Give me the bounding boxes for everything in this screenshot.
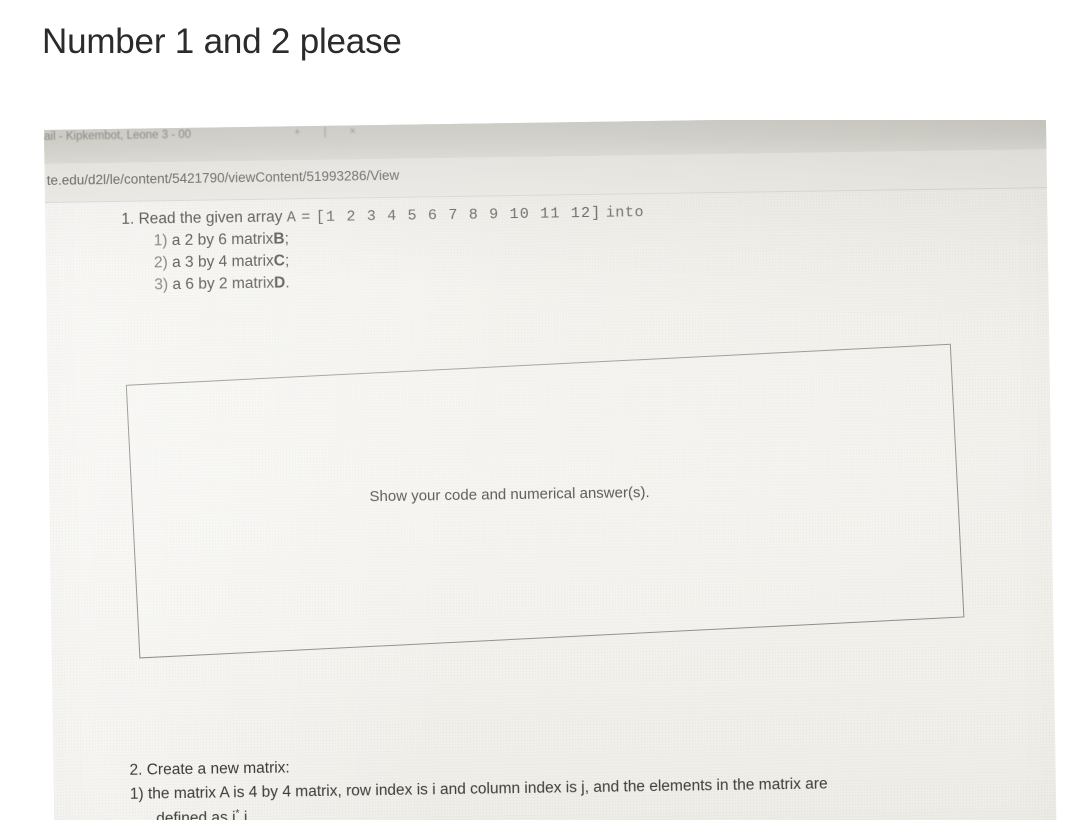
question-1-item-text: a 3 by 4 matrix [171, 252, 274, 272]
question-1-stem: 1. Read the given array A = [1 2 3 4 5 6… [121, 203, 644, 229]
question-1-item-punct: ; [284, 230, 290, 248]
question-1-item-punct: . [285, 274, 290, 292]
question-1-item-punct: ; [284, 252, 290, 270]
address-bar-url: te.edu/d2l/le/content/5421790/viewConten… [46, 167, 400, 188]
browser-tab-title: ail - Kipkembot, Leone 3 - 00 [44, 128, 192, 143]
question-1-stem-suffix: into [605, 204, 645, 222]
question-1-item-number: 3) [154, 276, 169, 294]
question-1-block: 1. Read the given array A = [1 2 3 4 5 6… [121, 203, 645, 295]
question-1-item: 2) a 3 by 4 matrixC; [154, 247, 645, 272]
page-title: Number 1 and 2 please [42, 22, 402, 61]
browser-tab-controls: + | × [293, 125, 366, 139]
photographed-screen: ail - Kipkembot, Leone 3 - 00 + | × te.e… [44, 120, 1057, 820]
question-1-variable: A [286, 209, 298, 227]
document-content: 1. Read the given array A = [1 2 3 4 5 6… [45, 187, 1057, 820]
question-1-item-matrix: D [273, 274, 286, 292]
question-1-equals: = [301, 209, 312, 227]
question-1-item-matrix: B [273, 230, 285, 248]
question-1-item: 1) a 2 by 6 matrixB; [154, 225, 645, 250]
question-1-array: [1 2 3 4 5 6 7 8 9 10 11 12] [315, 204, 602, 226]
photo-attachment[interactable]: ail - Kipkembot, Leone 3 - 00 + | × te.e… [0, 120, 1080, 820]
question-2-block: 2. Create a new matrix: 1) the matrix A … [129, 748, 829, 820]
question-1-item-number: 2) [153, 254, 168, 272]
question-2-item-1-formula-prefix: defined as i [156, 809, 236, 820]
question-1-item-matrix: C [273, 252, 286, 270]
question-2-item-1-formula-suffix: j. [239, 809, 252, 820]
question-1-stem-prefix: 1. Read the given array [121, 208, 283, 228]
question-1-item: 3) a 6 by 2 matrixD. [154, 269, 645, 294]
question-1-item-text: a 2 by 6 matrix [171, 230, 274, 250]
question-1-item-number: 1) [153, 232, 168, 250]
question-1-item-text: a 6 by 2 matrix [172, 274, 275, 294]
